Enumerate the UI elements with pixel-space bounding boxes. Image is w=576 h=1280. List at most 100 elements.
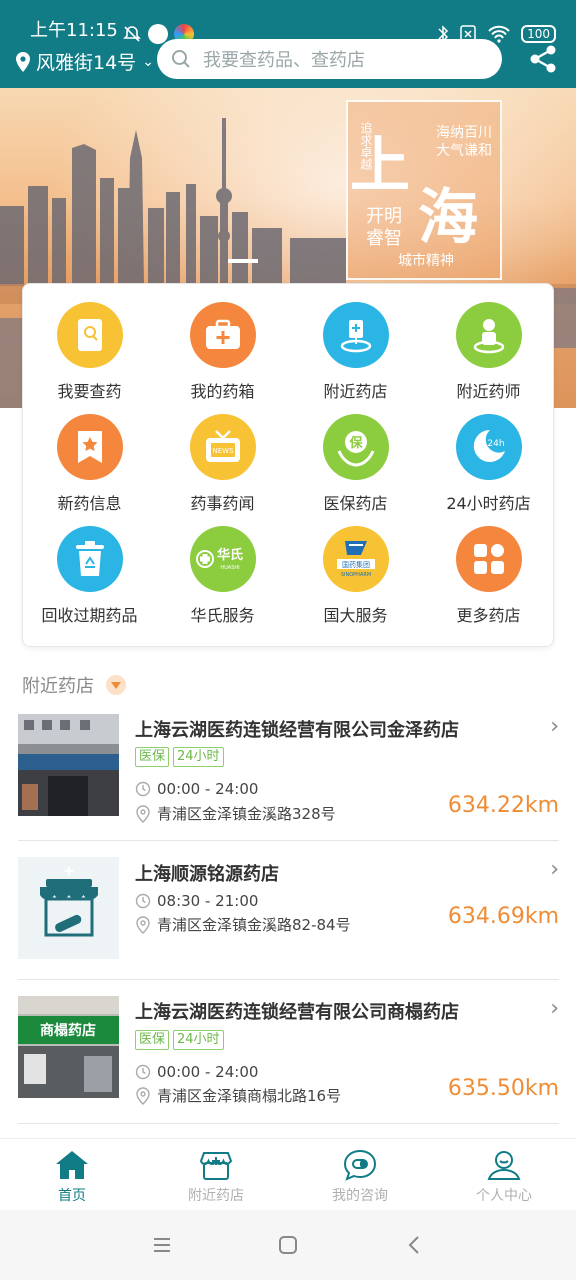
- location-text: 风雅街14号: [36, 52, 137, 74]
- store-address: 青浦区金泽镇金溪路328号: [135, 803, 336, 824]
- svg-text:国药集团: 国药集团: [342, 560, 370, 569]
- feature-recycle-expired[interactable]: 回收过期药品: [23, 526, 156, 626]
- svg-text:华氏: 华氏: [216, 547, 242, 563]
- location-pin-icon: [136, 804, 150, 823]
- poster-char-1: 上: [350, 131, 410, 201]
- store-name: 上海云湖医药连锁经营有限公司金泽药店: [135, 720, 459, 741]
- svg-text:HUASHI: HUASHI: [220, 565, 239, 571]
- clock-icon: [135, 781, 151, 797]
- nearby-title: 附近药店: [22, 676, 94, 697]
- menu-icon[interactable]: [147, 1230, 177, 1260]
- home-icon: [56, 1151, 88, 1179]
- bottom-tab-bar: 首页 附近药店 我的咨询 个人中心: [0, 1138, 576, 1210]
- status-time: 上午11:15: [30, 20, 118, 41]
- svg-text:24h: 24h: [487, 439, 504, 449]
- book-icon: [56, 302, 123, 368]
- store-address: 青浦区金泽镇商榻北路16号: [135, 1085, 341, 1106]
- tab-nearby-pharmacy[interactable]: 附近药店: [144, 1139, 288, 1210]
- tag-insurance: 医保: [135, 747, 170, 767]
- feature-sinopharm-service[interactable]: 国药集团 SINOPHARM 国大服务: [289, 526, 422, 626]
- location-pin-icon: [136, 915, 150, 934]
- home-button-icon[interactable]: [273, 1230, 303, 1260]
- store-item[interactable]: 上海顺源铭源药店 › 08:30 - 21:00 青浦区金泽镇金溪路82-84号…: [18, 857, 559, 980]
- feature-new-drug-info[interactable]: 新药信息: [23, 414, 156, 514]
- feature-insurance-pharmacy[interactable]: 保 医保药店: [289, 414, 422, 514]
- feature-grid: 我要查药 我的药箱 附近药店 附近药师 新药信息 NEWS 药事药闻 保 医保药…: [23, 302, 555, 626]
- poster-slogan-4: 城市精神: [398, 253, 454, 269]
- search-placeholder: 我要查药品、查药店: [203, 50, 365, 71]
- svg-text:商榻药店: 商榻药店: [40, 1022, 96, 1039]
- news-tv-icon: NEWS: [189, 414, 256, 480]
- feature-nearby-pharmacist[interactable]: 附近药师: [422, 302, 555, 402]
- 24-hours-icon: 24h: [455, 414, 522, 480]
- battery-indicator: 100: [521, 25, 556, 43]
- tab-profile[interactable]: 个人中心: [432, 1139, 576, 1210]
- store-placeholder-image: [18, 857, 119, 959]
- user-icon: [487, 1151, 521, 1180]
- status-bar: 上午11:15 100: [0, 0, 576, 44]
- nearby-section-header: 附近药店: [22, 672, 126, 698]
- tag-insurance: 医保: [135, 1030, 170, 1050]
- clock-icon: [135, 1064, 151, 1080]
- mute-bell-icon: [123, 26, 141, 42]
- store-hours: 00:00 - 24:00: [135, 780, 258, 798]
- tag-24h: 24小时: [173, 1030, 224, 1050]
- qq-icon: [148, 24, 168, 44]
- more-grid-icon: [455, 526, 522, 592]
- tag-24h: 24小时: [173, 747, 224, 767]
- store-tags: 医保 24小时: [135, 1030, 224, 1050]
- back-icon[interactable]: [399, 1230, 429, 1260]
- store-item[interactable]: 上海云湖医药连锁经营有限公司金泽药店 › 医保 24小时 00:00 - 24:…: [18, 714, 559, 841]
- feature-more-pharmacies[interactable]: 更多药店: [422, 526, 555, 626]
- feature-my-medicine-box[interactable]: 我的药箱: [156, 302, 289, 402]
- triangle-down-icon: [111, 681, 121, 689]
- store-item[interactable]: 商榻药店 上海云湖医药连锁经营有限公司商榻药店 › 医保 24小时 00:00 …: [18, 996, 559, 1124]
- feature-grid-card: 我要查药 我的药箱 附近药店 附近药师 新药信息 NEWS 药事药闻 保 医保药…: [22, 283, 554, 647]
- store-hours: 08:30 - 21:00: [135, 892, 258, 910]
- clock-icon: [135, 893, 151, 909]
- store-name: 上海云湖医药连锁经营有限公司商榻药店: [135, 1002, 459, 1023]
- feature-nearby-pharmacy[interactable]: 附近药店: [289, 302, 422, 402]
- feature-huashi-service[interactable]: 华氏 HUASHI 华氏服务: [156, 526, 289, 626]
- chevron-right-icon: ›: [550, 714, 559, 739]
- recycle-bin-icon: [56, 526, 123, 592]
- share-icon[interactable]: [528, 44, 558, 74]
- poster-char-2: 海: [418, 183, 478, 253]
- store-name: 上海顺源铭源药店: [135, 864, 279, 885]
- carousel-indicator: [228, 259, 258, 263]
- medicine-box-icon: [189, 302, 256, 368]
- store-tags: 医保 24小时: [135, 747, 224, 767]
- poster-slogan-2: 海纳百川 大气谦和: [436, 125, 492, 159]
- sort-toggle[interactable]: [106, 675, 126, 695]
- chevron-down-icon: ⌄: [142, 53, 154, 70]
- search-icon: [172, 50, 190, 68]
- store-photo: [18, 714, 119, 816]
- chevron-right-icon: ›: [550, 996, 559, 1021]
- svg-text:保: 保: [348, 435, 363, 451]
- search-input[interactable]: 我要查药品、查药店: [157, 39, 502, 79]
- system-navigation-bar: [0, 1210, 576, 1280]
- insurance-icon: 保: [322, 414, 389, 480]
- store-distance: 634.22km: [447, 793, 559, 818]
- store-hours: 00:00 - 24:00: [135, 1063, 258, 1081]
- pharmacy-location-icon: [322, 302, 389, 368]
- store-distance: 635.50km: [447, 1076, 559, 1101]
- app-header: 上午11:15 100 风雅街14号 ⌄ 我要查药品、查药店: [0, 0, 576, 88]
- feature-pharma-news[interactable]: NEWS 药事药闻: [156, 414, 289, 514]
- store-address: 青浦区金泽镇金溪路82-84号: [135, 914, 351, 935]
- sinopharm-logo-icon: 国药集团 SINOPHARM: [322, 526, 389, 592]
- feature-24h-pharmacy[interactable]: 24h 24小时药店: [422, 414, 555, 514]
- location-selector[interactable]: 风雅街14号 ⌄: [14, 48, 154, 75]
- svg-text:NEWS: NEWS: [212, 447, 234, 455]
- chevron-right-icon: ›: [550, 857, 559, 882]
- huashi-logo-icon: 华氏 HUASHI: [189, 526, 256, 592]
- store-photo: 商榻药店: [18, 996, 119, 1098]
- feature-search-medicine[interactable]: 我要查药: [23, 302, 156, 402]
- tab-my-consultation[interactable]: 我的咨询: [288, 1139, 432, 1210]
- pharmacist-location-icon: [455, 302, 522, 368]
- shanghai-poster: 追求卓越 上 海纳百川 大气谦和 开明 睿智 海 城市精神: [346, 100, 502, 280]
- tab-home[interactable]: 首页: [0, 1139, 144, 1210]
- pharmacy-icon: [199, 1152, 233, 1180]
- location-pin-icon: [16, 51, 30, 72]
- location-pin-icon: [136, 1086, 150, 1105]
